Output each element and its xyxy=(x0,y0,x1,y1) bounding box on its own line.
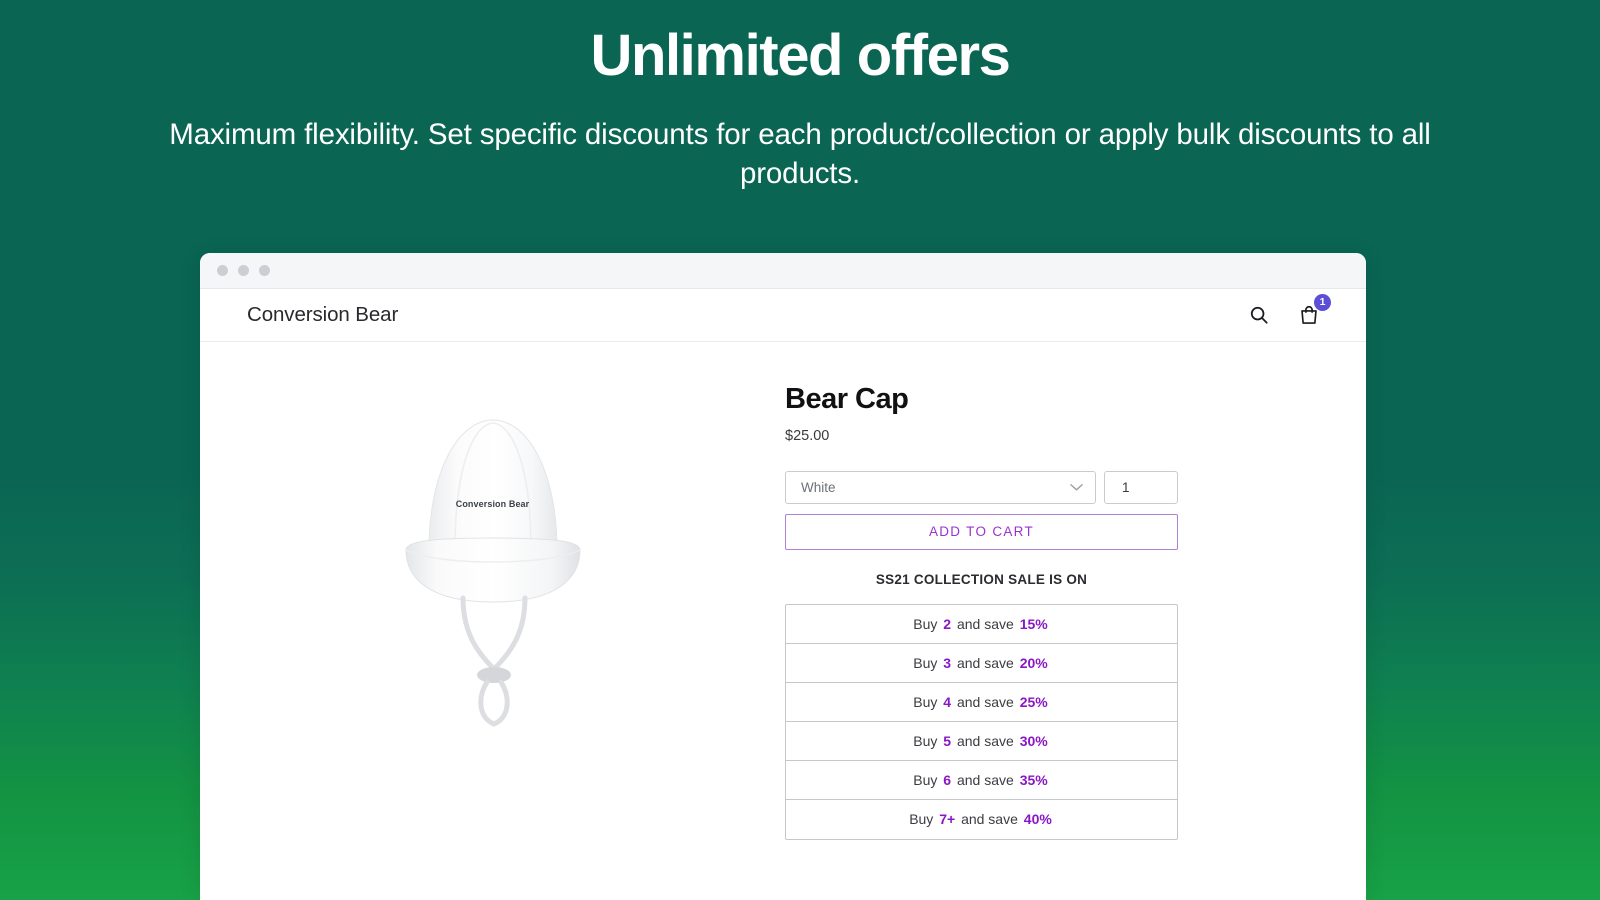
tier-quantity: 5 xyxy=(943,732,952,749)
add-to-cart-button[interactable]: ADD TO CART xyxy=(785,513,1178,550)
browser-title-bar xyxy=(200,253,1366,289)
tier-quantity: 7+ xyxy=(939,811,956,828)
table-row[interactable]: Buy 6 and save 35% xyxy=(786,761,1177,800)
quantity-input[interactable]: 1 xyxy=(1104,470,1178,504)
tier-discount: 15% xyxy=(1019,615,1048,632)
tier-middle: and save xyxy=(956,654,1014,671)
store-logo[interactable]: Conversion Bear xyxy=(247,303,398,327)
table-row[interactable]: Buy 2 and save 15% xyxy=(786,605,1177,644)
window-close-dot[interactable] xyxy=(217,265,228,276)
hero-section: Unlimited offers Maximum flexibility. Se… xyxy=(0,0,1600,193)
cart-count-badge: 1 xyxy=(1314,294,1331,311)
product-price: $25.00 xyxy=(785,427,830,444)
tier-middle: and save xyxy=(956,732,1014,749)
browser-window-mockup: Conversion Bear 1 Conversion Bear Bear C… xyxy=(200,253,1366,900)
tier-quantity: 6 xyxy=(943,771,952,788)
tier-discount: 40% xyxy=(1023,811,1052,828)
tier-quantity: 4 xyxy=(943,693,952,710)
tier-prefix: Buy xyxy=(909,811,934,828)
product-info-column: Bear Cap $25.00 White 1 ADD TO CART SS21… xyxy=(785,383,1366,840)
product-image[interactable]: Conversion Bear xyxy=(343,392,643,732)
tier-prefix: Buy xyxy=(913,615,938,632)
window-minimize-dot[interactable] xyxy=(238,265,249,276)
variant-select-value: White xyxy=(801,479,836,495)
product-image-brand-text: Conversion Bear xyxy=(455,499,530,509)
nav-icon-group: 1 xyxy=(1246,294,1344,328)
page-subtitle: Maximum flexibility. Set specific discou… xyxy=(169,117,1431,191)
product-detail-section: Conversion Bear Bear Cap $25.00 White 1 xyxy=(200,342,1366,840)
tier-quantity: 2 xyxy=(943,615,952,632)
table-row[interactable]: Buy 7+ and save 40% xyxy=(786,800,1177,839)
bucket-hat-illustration xyxy=(404,419,581,727)
page-title: Unlimited offers xyxy=(590,23,1010,88)
table-row[interactable]: Buy 4 and save 25% xyxy=(786,683,1177,722)
tier-discount: 25% xyxy=(1019,693,1048,710)
variant-select[interactable]: White xyxy=(785,470,1096,504)
tier-prefix: Buy xyxy=(913,732,938,749)
window-maximize-dot[interactable] xyxy=(259,265,270,276)
variant-quantity-row: White 1 xyxy=(785,470,1180,504)
product-image-column: Conversion Bear xyxy=(200,384,785,840)
tier-prefix: Buy xyxy=(913,654,938,671)
shopping-bag-icon[interactable]: 1 xyxy=(1296,294,1331,328)
tier-discount: 20% xyxy=(1019,654,1048,671)
tier-prefix: Buy xyxy=(913,693,938,710)
tier-prefix: Buy xyxy=(913,771,938,788)
chevron-down-icon xyxy=(1070,480,1083,495)
sale-heading: SS21 COLLECTION SALE IS ON xyxy=(875,571,1088,587)
quantity-value: 1 xyxy=(1122,479,1130,495)
tier-quantity: 3 xyxy=(943,654,952,671)
search-icon[interactable] xyxy=(1246,302,1272,328)
table-row[interactable]: Buy 3 and save 20% xyxy=(786,644,1177,683)
store-navigation-bar: Conversion Bear 1 xyxy=(200,289,1366,342)
tier-middle: and save xyxy=(956,615,1014,632)
product-title: Bear Cap xyxy=(785,383,909,415)
tier-middle: and save xyxy=(956,693,1014,710)
tier-middle: and save xyxy=(956,771,1014,788)
tier-discount: 35% xyxy=(1019,771,1048,788)
tier-middle: and save xyxy=(961,811,1018,828)
table-row[interactable]: Buy 5 and save 30% xyxy=(786,722,1177,761)
volume-discount-table: Buy 2 and save 15% Buy 3 and save 20% Bu… xyxy=(785,603,1178,840)
tier-discount: 30% xyxy=(1019,732,1048,749)
